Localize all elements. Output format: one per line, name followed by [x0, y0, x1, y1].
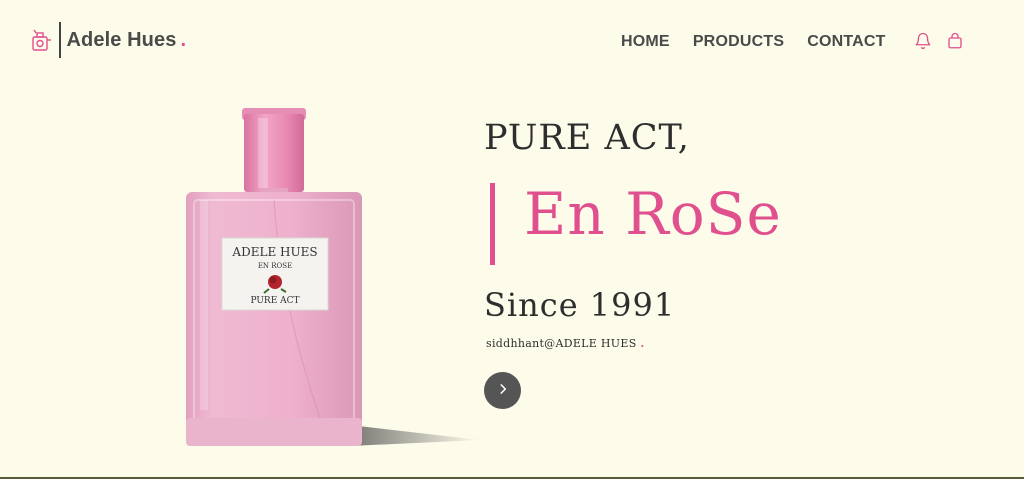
byline-text: siddhhant@ADELE HUES	[486, 337, 637, 350]
nav-contact[interactable]: CONTACT	[807, 33, 885, 51]
bottle-body	[186, 192, 362, 446]
chevron-right-icon	[496, 382, 510, 399]
byline-dot: .	[640, 337, 645, 350]
site-header: Adele Hues . HOME PRODUCTS CONTACT	[0, 0, 1024, 80]
header-icons	[914, 32, 964, 50]
shopping-bag-icon[interactable]	[946, 32, 964, 50]
hero-line-2: En RoSe	[524, 180, 782, 248]
hero-byline: siddhhant@ADELE HUES .	[486, 337, 644, 350]
label-title: ADELE HUES	[231, 245, 317, 259]
logo-divider	[59, 22, 61, 58]
label-subtitle: EN ROSE	[258, 262, 292, 270]
bottle-shadow	[350, 425, 480, 446]
bottle-cap	[244, 114, 304, 192]
perfume-bottle-image: ADELE HUES EN ROSE PURE ACT	[150, 100, 490, 450]
perfume-bottle-icon	[30, 25, 54, 55]
next-slide-button[interactable]	[484, 372, 521, 409]
nav-products[interactable]: PRODUCTS	[693, 33, 784, 51]
label-footer: PURE ACT	[250, 296, 299, 306]
hero-line-1: PURE ACT,	[484, 118, 690, 158]
main-nav: HOME PRODUCTS CONTACT	[621, 33, 886, 51]
brand-dot: .	[180, 28, 186, 51]
brand-name: Adele Hues	[66, 28, 177, 51]
bell-icon[interactable]	[914, 32, 932, 50]
logo[interactable]: Adele Hues .	[30, 22, 186, 58]
hero-accent-bar	[490, 183, 495, 265]
nav-home[interactable]: HOME	[621, 33, 670, 51]
hero-line-3: Since 1991	[484, 286, 676, 324]
